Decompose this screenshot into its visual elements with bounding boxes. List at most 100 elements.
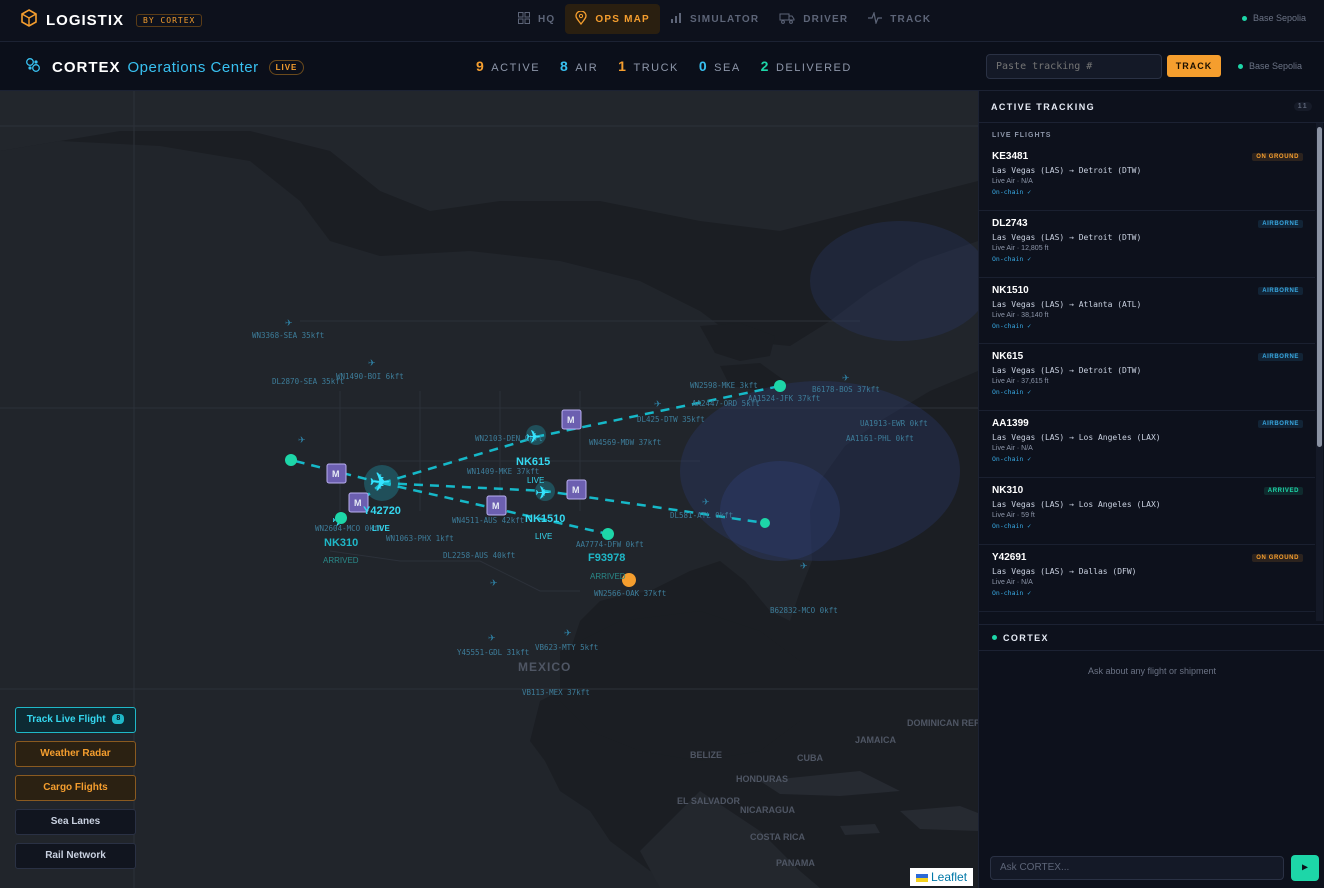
plane-icon[interactable]: ✈ bbox=[654, 400, 662, 410]
flight-row[interactable]: KE3481 ON GROUND Las Vegas (LAS) → Detroit… bbox=[979, 144, 1315, 211]
flight-status-badge: ON GROUND bbox=[1252, 153, 1303, 161]
traffic-label: DL2258-AUS 40kft bbox=[443, 551, 515, 560]
on-chain-link[interactable]: On-chain ✓ bbox=[992, 322, 1302, 330]
flight-status-badge: AIRBORNE bbox=[1258, 420, 1303, 429]
on-chain-link[interactable]: On-chain ✓ bbox=[992, 188, 1302, 196]
destination-marker[interactable] bbox=[760, 518, 770, 528]
marker-status-y42720: LIVE bbox=[372, 524, 390, 533]
tab-driver[interactable]: DRIVER bbox=[769, 4, 858, 34]
cortex-input[interactable]: Ask CORTEX... bbox=[990, 856, 1284, 880]
map-attribution[interactable]: Leaflet bbox=[910, 868, 974, 886]
destination-marker[interactable] bbox=[285, 454, 297, 466]
leaflet-link[interactable]: Leaflet bbox=[931, 870, 967, 884]
sea-lanes-button[interactable]: Sea Lanes bbox=[15, 809, 136, 835]
on-chain-link[interactable]: On-chain ✓ bbox=[992, 589, 1302, 597]
flight-altitude: Live Air · 12,805 ft bbox=[992, 244, 1049, 252]
on-chain-link[interactable]: On-chain ✓ bbox=[992, 455, 1302, 463]
on-chain-link[interactable]: On-chain ✓ bbox=[992, 255, 1302, 263]
tab-ops-map[interactable]: OPS MAP bbox=[565, 4, 660, 34]
flight-row[interactable]: AA1399 AIRBORNE Las Vegas (LAS) → Los Ange… bbox=[979, 411, 1315, 478]
flight-row[interactable]: DL2743 AIRBORNE Las Vegas (LAS) → Detroit … bbox=[979, 211, 1315, 278]
cargo-flights-button[interactable]: Cargo Flights bbox=[15, 775, 136, 801]
tab-hq[interactable]: HQ bbox=[508, 4, 565, 34]
track-live-flight-button[interactable]: Track Live Flight 8 bbox=[15, 707, 136, 733]
tab-simulator[interactable]: SIMULATOR bbox=[660, 4, 769, 34]
plane-icon[interactable]: ✈ bbox=[368, 359, 376, 369]
traffic-label: DL581-ATL 0kft bbox=[670, 511, 733, 520]
pulse-icon bbox=[868, 10, 883, 27]
bar-chart-icon bbox=[670, 12, 682, 27]
destination-marker[interactable] bbox=[602, 528, 614, 540]
brand-name: LOGISTIX bbox=[46, 11, 125, 29]
destination-marker[interactable] bbox=[774, 380, 786, 392]
network-indicator-secondary: Base Sepolia bbox=[1238, 61, 1302, 71]
tracking-panel: ACTIVE TRACKING 11 LIVE FLIGHTS KE3481 ON… bbox=[978, 91, 1324, 888]
flight-list[interactable]: LIVE FLIGHTS KE3481 ON GROUND Las Vegas (L… bbox=[979, 123, 1315, 621]
map-canvas[interactable]: WN3368-SEA 35kft DL2870-SEA 35kft WN1490… bbox=[0, 91, 978, 888]
tab-simulator-label: SIMULATOR bbox=[689, 13, 760, 25]
traffic-label: B62832-MCO 0kft bbox=[770, 606, 838, 615]
flight-route: Las Vegas (LAS) → Dallas (DFW) bbox=[992, 566, 1137, 576]
plane-icon[interactable]: ✈ bbox=[298, 436, 306, 446]
region-label: HONDURAS bbox=[736, 774, 788, 784]
flight-code: NK1510 bbox=[992, 284, 1029, 296]
region-label: JAMAICA bbox=[855, 735, 897, 745]
plane-icon[interactable]: ✈ bbox=[842, 374, 850, 384]
region-label: PANAMA bbox=[776, 858, 815, 868]
flight-row[interactable]: NK615 AIRBORNE Las Vegas (LAS) → Detroit (… bbox=[979, 344, 1315, 412]
tab-track-label: TRACK bbox=[890, 13, 932, 25]
marker-label-nk1510: NK1510 bbox=[525, 513, 565, 525]
flight-altitude: Live Air · N/A bbox=[992, 445, 1033, 453]
tab-ops-map-label: OPS MAP bbox=[595, 13, 650, 25]
track-button[interactable]: TRACK bbox=[1167, 55, 1221, 77]
flight-route: Las Vegas (LAS) → Los Angeles (LAX) bbox=[992, 433, 1161, 443]
weather-radar-button[interactable]: Weather Radar bbox=[15, 741, 136, 767]
page-title: CORTEX Operations Center LIVE bbox=[24, 56, 305, 78]
plane-icon[interactable]: ✈ bbox=[564, 629, 572, 639]
grid-icon bbox=[518, 11, 530, 27]
plane-icon[interactable]: ✈ bbox=[800, 562, 808, 572]
plane-nk615-icon[interactable]: ✈ bbox=[526, 427, 541, 448]
ops-map[interactable]: WN3368-SEA 35kft DL2870-SEA 35kft WN1490… bbox=[0, 91, 978, 888]
by-cortex-badge: BY CORTEX bbox=[136, 13, 203, 27]
plane-hub-icon[interactable]: ✈ bbox=[369, 468, 391, 498]
stat-air: 8 AIR bbox=[560, 58, 599, 74]
region-label: EL SALVADOR bbox=[677, 796, 741, 806]
brand[interactable]: LOGISTIX BY CORTEX bbox=[20, 9, 203, 31]
flight-code: DL2743 bbox=[992, 217, 1028, 229]
plane-icon[interactable]: ✈ bbox=[285, 319, 293, 329]
flight-row[interactable]: NK1510 AIRBORNE Las Vegas (LAS) → Atlanta … bbox=[979, 278, 1315, 345]
scrollbar-thumb[interactable] bbox=[1317, 127, 1322, 447]
flight-row[interactable]: Y42691 ON GROUND Las Vegas (LAS) → Dallas … bbox=[979, 545, 1315, 612]
flight-row[interactable]: NK310 ARRIVED Las Vegas (LAS) → Los Angele… bbox=[979, 478, 1315, 545]
flight-altitude: Live Air · 37,615 ft bbox=[992, 378, 1049, 386]
flight-list-scrollbar[interactable] bbox=[1316, 123, 1323, 621]
on-chain-link[interactable]: On-chain ✓ bbox=[992, 522, 1302, 530]
traffic-label: AA2447-ORD 5kft bbox=[692, 399, 760, 408]
live-flight-count-badge: 8 bbox=[112, 714, 125, 725]
rail-network-button[interactable]: Rail Network bbox=[15, 843, 136, 869]
nav-tabs: HQ OPS MAP SIMULATOR DRIVER TRACK bbox=[508, 4, 941, 34]
network-indicator: Base Sepolia bbox=[1241, 13, 1306, 23]
ops-header: CORTEX Operations Center LIVE 9 ACTIVE 8A… bbox=[0, 42, 1324, 91]
region-label: BELIZE bbox=[690, 750, 722, 760]
svg-text:M: M bbox=[572, 485, 580, 495]
cortex-assistant: CORTEX Ask about any flight or shipment … bbox=[979, 624, 1324, 888]
on-chain-link[interactable]: On-chain ✓ bbox=[992, 388, 1302, 396]
cortex-title: CORTEX bbox=[1003, 632, 1049, 643]
tab-track[interactable]: TRACK bbox=[858, 4, 941, 34]
status-dot-icon bbox=[1238, 63, 1243, 69]
tracking-number-input[interactable] bbox=[986, 54, 1162, 79]
send-button[interactable]: ▶ bbox=[1291, 855, 1319, 881]
svg-text:M: M bbox=[492, 501, 500, 511]
flight-status-badge: AIRBORNE bbox=[1258, 286, 1303, 295]
traffic-label: WN4569-MDW 37kft bbox=[589, 438, 661, 447]
flight-route: Las Vegas (LAS) → Atlanta (ATL) bbox=[992, 299, 1142, 309]
plane-icon[interactable]: ✈ bbox=[702, 498, 710, 508]
plane-nk1510-icon[interactable]: ✈ bbox=[535, 483, 550, 504]
destination-marker[interactable] bbox=[335, 512, 347, 524]
flight-status-badge: AIRBORNE bbox=[1258, 353, 1303, 362]
plane-icon[interactable]: ✈ bbox=[488, 634, 496, 644]
status-dot-icon bbox=[1241, 15, 1247, 21]
plane-icon[interactable]: ✈ bbox=[490, 579, 498, 589]
